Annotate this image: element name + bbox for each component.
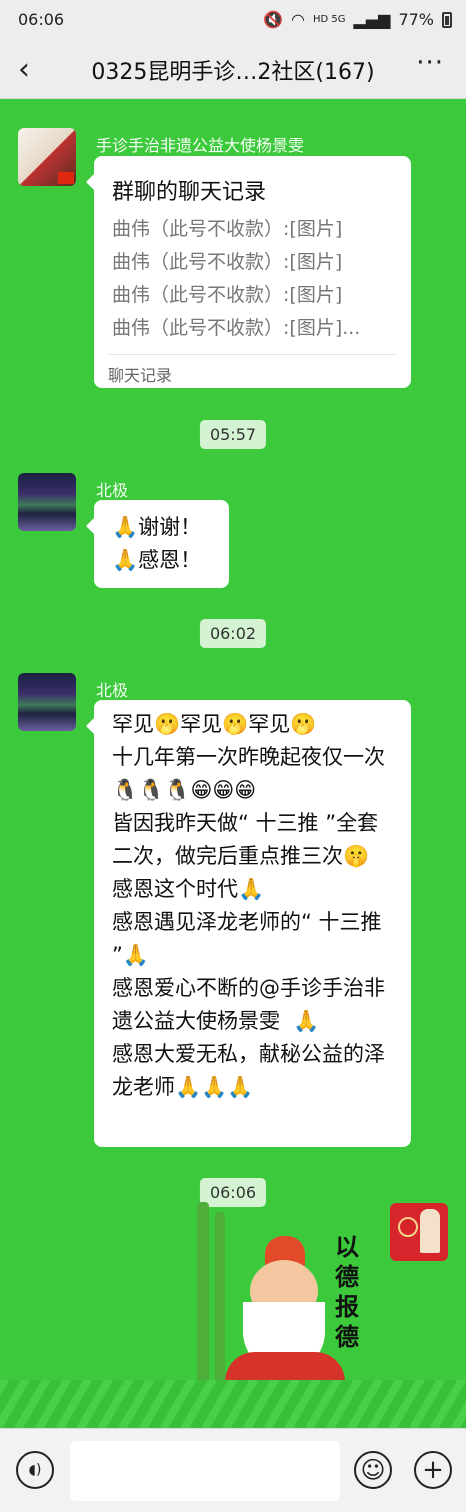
timestamp: 05:57 [199,420,267,449]
chat-title: 0325昆明手诊…2社区(167) [91,60,375,85]
back-icon[interactable]: ‹ [18,52,30,87]
record-line: 曲伟（此号不收款）:[图片] [112,284,343,306]
record-footer: 聊天记录 [108,366,173,385]
avatar[interactable] [18,473,76,531]
message-text: 罕见🫢罕见🫢罕见🫢 十几年第一次昨晚起夜仅一次🐧🐧🐧😁😁😁 皆因我昨天做“ 十三… [112,712,385,1099]
background-decoration [0,1380,466,1428]
record-line: 曲伟（此号不收款）:[图片]... [112,317,361,339]
message-input[interactable] [70,1441,340,1501]
record-line: 曲伟（此号不收款）:[图片] [112,218,343,240]
chat-area[interactable]: 手诊手治非遗公益大使杨景雯 群聊的聊天记录 曲伟（此号不收款）:[图片] 曲伟（… [0,99,466,1428]
status-time: 06:06 [18,10,65,29]
flag-icon [58,172,74,184]
battery-label: 77% [398,10,434,29]
sticker-image[interactable]: 以德报德 [195,1202,375,1412]
battery-icon [442,11,452,28]
network-label: HD 5G [313,14,346,25]
input-bar: ◖) ☺ + [0,1428,466,1512]
status-icons: 🔇 ◠ HD 5G ▂▄▆ 77% [263,10,452,29]
signal-icon: ▂▄▆ [353,10,391,29]
record-line: 曲伟（此号不收款）:[图片] [112,251,343,273]
avatar[interactable] [18,128,76,186]
timestamp: 06:02 [199,619,267,648]
divider [108,354,397,355]
chat-record-card[interactable]: 群聊的聊天记录 曲伟（此号不收款）:[图片] 曲伟（此号不收款）:[图片] 曲伟… [86,156,411,388]
sticker-text: 以德报德 [335,1232,359,1351]
emoji-icon[interactable]: ☺ [354,1451,392,1489]
more-options-icon[interactable]: ··· [416,48,444,78]
sender-name: 北极 [96,481,129,500]
voice-icon[interactable]: ◖) [16,1451,54,1489]
chat-header: ‹ 0325昆明手诊…2社区(167) ··· [0,40,466,99]
wifi-icon: ◠ [291,10,305,29]
message-text: 🙏谢谢！ 🙏感恩！ [112,515,202,572]
mute-icon: 🔇 [263,10,284,29]
avatar[interactable] [18,673,76,731]
sender-name: 北极 [96,681,129,700]
plus-icon[interactable]: + [414,1451,452,1489]
status-bar: 06:06 🔇 ◠ HD 5G ▂▄▆ 77% [0,0,466,40]
sender-name: 手诊手治非遗公益大使杨景雯 [96,136,305,155]
record-title: 群聊的聊天记录 [112,180,267,205]
message-bubble[interactable]: 🙏谢谢！ 🙏感恩！ [86,500,229,588]
my-avatar[interactable] [390,1203,448,1261]
message-bubble[interactable]: 罕见🫢罕见🫢罕见🫢 十几年第一次昨晚起夜仅一次🐧🐧🐧😁😁😁 皆因我昨天做“ 十三… [86,700,411,1147]
